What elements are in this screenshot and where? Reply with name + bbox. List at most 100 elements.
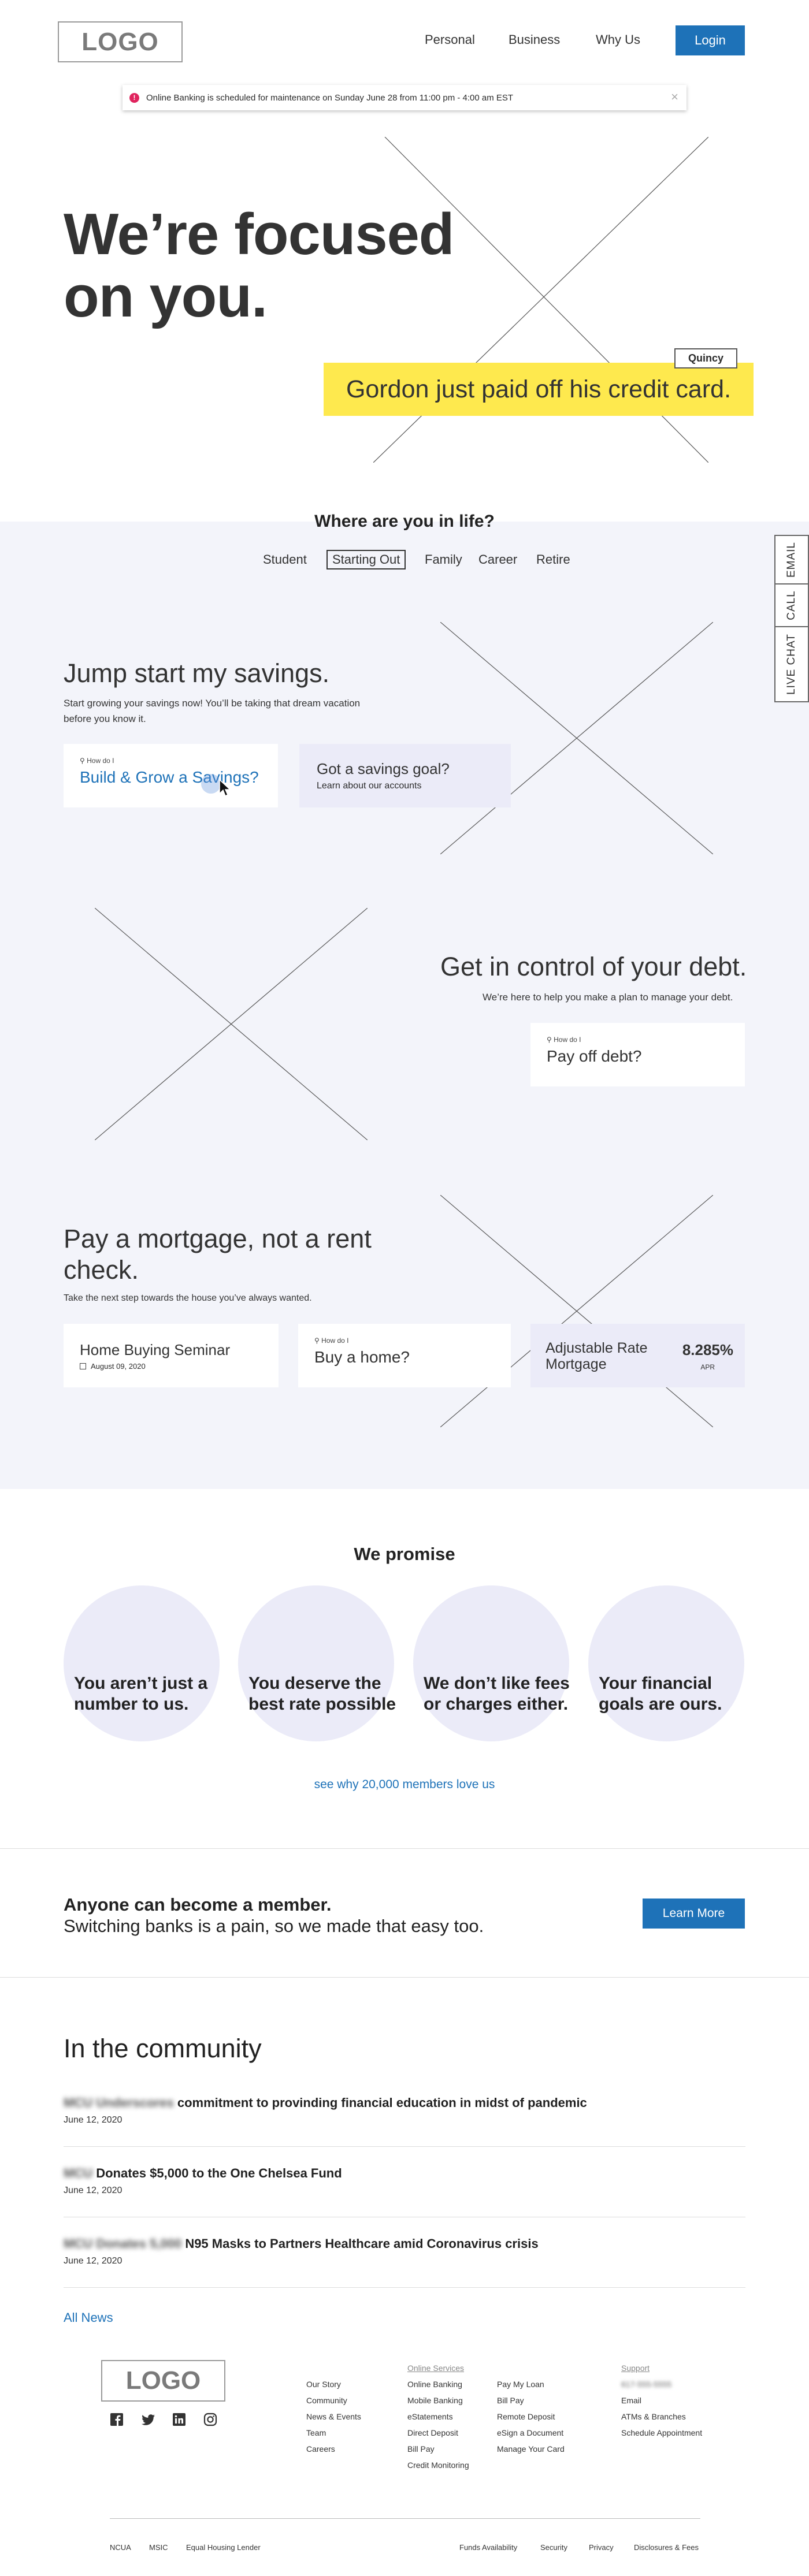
- footer-phone[interactable]: 617-555-5555: [621, 2376, 702, 2392]
- seminar-title: Home Buying Seminar: [80, 1341, 231, 1358]
- hero-title-line1: We’re focused: [64, 202, 455, 267]
- facebook-icon[interactable]: [110, 2413, 125, 2428]
- promise-text-3: We don’t like fees or charges either.: [424, 1674, 570, 1714]
- footer-logo[interactable]: LOGO: [101, 2360, 225, 2402]
- location-pin-icon: ⚲: [314, 1337, 322, 1345]
- footer-link[interactable]: Direct Deposit: [407, 2425, 469, 2441]
- news-item-2-title[interactable]: MCU Donates $5,000 to the One Chelsea Fu…: [64, 2166, 342, 2181]
- rate-card[interactable]: Adjustable Rate Mortgage 8.285% APR: [530, 1324, 745, 1387]
- promise-text-2: You deserve the best rate possible: [248, 1674, 396, 1714]
- seminar-card[interactable]: Home Buying Seminar August 09, 2020: [64, 1324, 279, 1387]
- all-news-link[interactable]: All News: [64, 2310, 113, 2325]
- footer-msic[interactable]: MSIC: [149, 2543, 168, 2552]
- calendar-icon: [80, 1363, 86, 1369]
- footer-privacy[interactable]: Privacy: [589, 2543, 614, 2552]
- hero-banner: Gordon just paid off his credit card.: [324, 363, 754, 416]
- twitter-icon[interactable]: [141, 2413, 156, 2428]
- promise-circle-1: [64, 1585, 220, 1741]
- promise-text-4: Your financial goals are ours.: [599, 1674, 722, 1714]
- alert-icon: !: [129, 92, 139, 103]
- footer-link[interactable]: Careers: [306, 2441, 361, 2457]
- footer-link[interactable]: Remote Deposit: [497, 2409, 565, 2425]
- footer-link[interactable]: Our Story: [306, 2376, 361, 2392]
- footer-col-services: Pay My Loan Bill Pay Remote Deposit eSig…: [497, 2376, 565, 2457]
- blurred-text: MCU Donates 5,000: [64, 2236, 182, 2251]
- side-tab-call-label: CALL: [785, 590, 797, 620]
- footer-funds-availability[interactable]: Funds Availability: [459, 2543, 517, 2552]
- members-love-link[interactable]: see why 20,000 members love us: [0, 1778, 809, 1792]
- nav-personal[interactable]: Personal: [425, 32, 475, 47]
- footer-disclosures[interactable]: Disclosures & Fees: [634, 2543, 699, 2552]
- footer-link[interactable]: Team: [306, 2425, 361, 2441]
- footer-link[interactable]: Pay My Loan: [497, 2376, 565, 2392]
- learn-more-button[interactable]: Learn More: [643, 1899, 745, 1929]
- savings-subtitle-line2: before you know it.: [64, 713, 146, 724]
- side-tab-email[interactable]: EMAIL: [774, 535, 809, 585]
- location-pin-icon: ⚲: [547, 1036, 554, 1044]
- footer-link[interactable]: Online Banking: [407, 2376, 469, 2392]
- footer-link[interactable]: Manage Your Card: [497, 2441, 565, 2457]
- footer-link[interactable]: Mobile Banking: [407, 2392, 469, 2409]
- instagram-icon[interactable]: [203, 2413, 218, 2428]
- savings-goal-subtitle: Learn about our accounts: [317, 781, 422, 791]
- promise-title: We promise: [354, 1544, 455, 1564]
- buy-home-card[interactable]: ⚲ How do I Buy a home?: [298, 1324, 511, 1387]
- footer-link[interactable]: News & Events: [306, 2409, 361, 2425]
- linkedin-icon[interactable]: [172, 2413, 187, 2428]
- footer-link[interactable]: Bill Pay: [497, 2392, 565, 2409]
- footer-equal-housing[interactable]: Equal Housing Lender: [186, 2543, 261, 2552]
- tab-career[interactable]: Career: [478, 552, 517, 567]
- blurred-text: MCU Underscores: [64, 2095, 174, 2110]
- rate-unit: APR: [700, 1363, 715, 1371]
- promise-circle-3: [413, 1585, 569, 1741]
- savings-goal-card[interactable]: Got a savings goal? Learn about our acco…: [299, 744, 511, 807]
- footer-col-about: Our Story Community News & Events Team C…: [306, 2376, 361, 2457]
- close-icon[interactable]: ×: [671, 90, 678, 105]
- rate-title-line1: Adjustable Rate: [545, 1340, 648, 1356]
- buy-home-title: Buy a home?: [314, 1348, 410, 1366]
- alert-text: Online Banking is scheduled for maintena…: [146, 92, 514, 103]
- news-item-1-title[interactable]: MCU Underscores commitment to provinding…: [64, 2095, 587, 2110]
- footer-security[interactable]: Security: [540, 2543, 567, 2552]
- footer-link[interactable]: Schedule Appointment: [621, 2425, 702, 2441]
- nav-why-us[interactable]: Why Us: [596, 32, 640, 47]
- news-divider: [64, 2146, 745, 2147]
- side-tab-live-chat-label: LIVE CHAT: [785, 634, 797, 695]
- news-item-3-title[interactable]: MCU Donates 5,000 N95 Masks to Partners …: [64, 2236, 539, 2251]
- footer-link[interactable]: Email: [621, 2392, 702, 2409]
- side-tab-call[interactable]: CALL: [774, 583, 809, 627]
- side-tab-live-chat[interactable]: LIVE CHAT: [774, 626, 809, 702]
- howdo-label: ⚲ How do I: [80, 757, 114, 765]
- footer-link[interactable]: Community: [306, 2392, 361, 2409]
- footer-link[interactable]: eSign a Document: [497, 2425, 565, 2441]
- news-item-2-date: June 12, 2020: [64, 2186, 123, 2195]
- footer-link[interactable]: Bill Pay: [407, 2441, 469, 2457]
- savings-howdo-card[interactable]: ⚲ How do I Build & Grow a Savings?: [64, 744, 278, 807]
- login-button[interactable]: Login: [676, 25, 745, 55]
- member-headline: Anyone can become a member.: [64, 1894, 332, 1915]
- debt-image-placeholder: [95, 908, 368, 1140]
- community-title: In the community: [64, 2034, 262, 2063]
- rate-title: Adjustable Rate Mortgage: [545, 1340, 648, 1372]
- footer-link[interactable]: eStatements: [407, 2409, 469, 2425]
- maintenance-alert: ! Online Banking is scheduled for mainte…: [123, 85, 686, 110]
- footer-link[interactable]: ATMs & Branches: [621, 2409, 702, 2425]
- nav-business[interactable]: Business: [509, 32, 560, 47]
- blurred-text: MCU: [64, 2166, 93, 2180]
- footer-col-heading: Online Services: [407, 2363, 465, 2373]
- debt-howdo-card[interactable]: ⚲ How do I Pay off debt?: [530, 1023, 745, 1086]
- hero-title-line2: on you.: [64, 265, 268, 329]
- tab-starting-out[interactable]: Starting Out: [326, 550, 406, 569]
- footer-link[interactable]: Credit Monitoring: [407, 2457, 469, 2473]
- tab-family[interactable]: Family: [425, 552, 462, 567]
- location-pin-icon: ⚲: [80, 757, 87, 765]
- cursor-highlight: [201, 774, 221, 794]
- tab-retire[interactable]: Retire: [536, 552, 570, 567]
- savings-subtitle: Start growing your savings now! You’ll b…: [64, 695, 360, 727]
- header-logo[interactable]: LOGO: [58, 21, 183, 62]
- footer-col-online-services: Online Services Online Banking Mobile Ba…: [407, 2360, 469, 2473]
- promise-circle-4: [588, 1585, 744, 1741]
- news-item-3-date: June 12, 2020: [64, 2256, 123, 2266]
- footer-ncua[interactable]: NCUA: [110, 2543, 131, 2552]
- tab-student[interactable]: Student: [263, 552, 307, 567]
